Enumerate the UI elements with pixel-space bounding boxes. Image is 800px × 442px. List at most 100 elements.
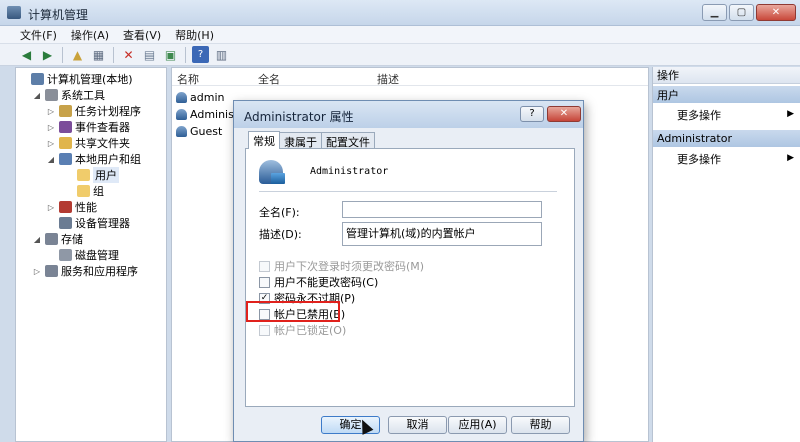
tree-item-label: 磁盘管理 (75, 249, 119, 262)
column-description[interactable]: 描述 (377, 71, 399, 87)
expand-arrow-icon[interactable]: ▷ (46, 139, 56, 148)
more-actions-users[interactable]: 更多操作 (677, 107, 721, 123)
dialog-tabs: 常规 隶属于 配置文件 (248, 131, 375, 149)
checkbox-box[interactable] (259, 276, 270, 288)
column-name[interactable]: 名称 (177, 71, 199, 87)
tree-item-label: 设备管理器 (75, 217, 130, 230)
toolbar-separator (185, 46, 186, 63)
tree-item[interactable]: 计算机管理(本地) (18, 71, 133, 87)
cancel-button[interactable]: 取消 (388, 416, 447, 434)
toolbar-separator (62, 46, 63, 63)
list-header: 名称 全名 描述 (172, 68, 648, 86)
submenu-arrow-icon[interactable]: ▶ (787, 153, 794, 163)
tab-member-of[interactable]: 隶属于 (279, 132, 322, 149)
tree-item-label: 存储 (61, 233, 83, 246)
dialog-close-button[interactable]: ✕ (547, 106, 581, 122)
toolbar-separator (113, 46, 114, 63)
checkbox-box[interactable] (259, 260, 270, 272)
export-list-icon[interactable]: ▣ (162, 46, 179, 63)
properties-icon[interactable]: ▤ (141, 46, 158, 63)
tree-item-label: 服务和应用程序 (61, 265, 138, 278)
expand-arrow-icon[interactable]: ◢ (46, 155, 56, 164)
tree-node-icon (45, 233, 58, 245)
back-icon[interactable]: ◀ (18, 46, 35, 63)
expand-arrow-icon[interactable]: ▷ (46, 123, 56, 132)
tree-node-icon (59, 201, 72, 213)
user-icon (176, 108, 187, 120)
maximize-button[interactable]: ▢ (729, 4, 754, 21)
window-controls: ▁ ▢ ✕ (702, 4, 796, 21)
must-change-password-checkbox[interactable]: 用户下次登录时须更改密码(M) (259, 258, 424, 274)
checkbox-box[interactable] (259, 324, 270, 336)
expand-arrow-icon[interactable]: ◢ (32, 235, 42, 244)
submenu-arrow-icon[interactable]: ▶ (787, 109, 794, 119)
expand-arrow-icon[interactable]: ▷ (32, 267, 42, 276)
action-section-users[interactable]: 用户 (653, 86, 800, 103)
fullname-label: 全名(F): (259, 206, 300, 219)
expand-arrow-icon[interactable]: ▷ (46, 107, 56, 116)
column-fullname[interactable]: 全名 (258, 71, 280, 87)
apply-button[interactable]: 应用(A) (448, 416, 507, 434)
list-item[interactable]: admin (176, 89, 224, 105)
tree-item[interactable]: 组 (64, 183, 104, 199)
tab-general[interactable]: 常规 (248, 131, 280, 149)
computer-management-icon (7, 6, 21, 19)
tree-item-label: 计算机管理(本地) (47, 73, 133, 86)
fullname-field[interactable] (342, 201, 542, 218)
tree-node-icon (59, 217, 72, 229)
tree-item[interactable]: ▷ 性能 (46, 199, 97, 215)
tree-node-icon (31, 73, 44, 85)
toolbar: ◀ ▶ ▲ ▦ ✕ ▤ ▣ ? ▥ (0, 44, 800, 66)
help-button[interactable]: 帮助 (511, 416, 570, 434)
show-hide-action-pane-icon[interactable]: ▥ (213, 46, 230, 63)
expand-arrow-icon[interactable]: ◢ (32, 91, 42, 100)
tree-item[interactable]: ▷ 共享文件夹 (46, 135, 130, 151)
tree-item[interactable]: ▷ 任务计划程序 (46, 103, 141, 119)
show-hide-tree-icon[interactable]: ▦ (90, 46, 107, 63)
administrator-properties-dialog: Administrator 属性 ? ✕ 常规 隶属于 配置文件 Adminis… (233, 100, 584, 442)
minimize-button[interactable]: ▁ (702, 4, 727, 21)
title-bar: 计算机管理 ▁ ▢ ✕ (0, 0, 800, 26)
dialog-title: Administrator 属性 (244, 110, 354, 124)
tree-item[interactable]: ◢ 存储 (32, 231, 83, 247)
tree-item[interactable]: ◢ 本地用户和组 (46, 151, 141, 167)
menu-help[interactable]: 帮助(H) (175, 27, 214, 43)
account-name: Administrator (310, 166, 389, 177)
more-actions-administrator[interactable]: 更多操作 (677, 151, 721, 167)
up-folder-icon[interactable]: ▲ (69, 46, 86, 63)
tree-item[interactable]: ▷ 服务和应用程序 (32, 263, 138, 279)
forward-icon[interactable]: ▶ (39, 46, 56, 63)
tree-node-icon (59, 137, 72, 149)
checkbox-label: 用户不能更改密码(C) (274, 276, 379, 289)
tree-item[interactable]: 设备管理器 (46, 215, 130, 231)
dialog-title-bar: Administrator 属性 ? ✕ (234, 101, 583, 128)
checkbox-label: 用户下次登录时须更改密码(M) (274, 260, 425, 273)
list-item[interactable]: Guest (176, 123, 222, 139)
user-icon (176, 91, 187, 103)
tree-node-icon (77, 185, 90, 197)
user-account-icon (259, 160, 285, 184)
menu-action[interactable]: 操作(A) (71, 27, 109, 43)
help-icon[interactable]: ? (192, 46, 209, 63)
tree-node-icon (59, 105, 72, 117)
description-field[interactable]: 管理计算机(域)的内置帐户 (342, 222, 542, 246)
action-section-administrator[interactable]: Administrator (653, 130, 800, 147)
tree-item[interactable]: 磁盘管理 (46, 247, 119, 263)
menu-file[interactable]: 文件(F) (20, 27, 57, 43)
tab-profile[interactable]: 配置文件 (321, 132, 375, 149)
tree-node-icon (45, 265, 58, 277)
tree-node-icon (59, 153, 72, 165)
tree-item[interactable]: ◢ 系统工具 (32, 87, 105, 103)
delete-icon[interactable]: ✕ (120, 46, 137, 63)
divider (259, 191, 557, 192)
account-locked-checkbox[interactable]: 帐户已锁定(O) (259, 322, 346, 338)
cannot-change-password-checkbox[interactable]: 用户不能更改密码(C) (259, 274, 378, 290)
tree-item[interactable]: 用户 (64, 167, 119, 183)
window-title: 计算机管理 (28, 8, 89, 22)
dialog-help-button[interactable]: ? (520, 106, 544, 122)
tree-item[interactable]: ▷ 事件查看器 (46, 119, 130, 135)
close-button[interactable]: ✕ (756, 4, 796, 21)
red-highlight-box (246, 301, 340, 322)
menu-view[interactable]: 查看(V) (123, 27, 161, 43)
expand-arrow-icon[interactable]: ▷ (46, 203, 56, 212)
